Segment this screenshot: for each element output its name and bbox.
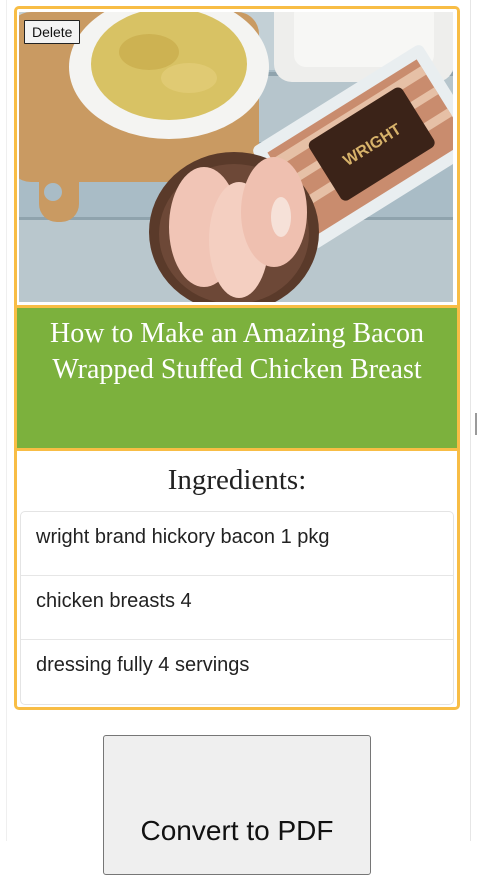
delete-button[interactable]: Delete xyxy=(24,20,81,44)
list-item: dressing fully 4 servings xyxy=(36,654,250,676)
recipe-title: How to Make an Amazing Bacon Wrapped Stu… xyxy=(49,318,425,385)
page-edge-right xyxy=(470,0,471,841)
recipe-photo: WRIGHT xyxy=(19,12,453,302)
convert-to-pdf-button[interactable]: Convert to PDF xyxy=(103,735,371,875)
scroll-indicator[interactable] xyxy=(475,413,477,435)
list-item: wright brand hickory bacon 1 pkg xyxy=(21,512,453,576)
ingredients-heading: Ingredients: xyxy=(167,464,307,496)
recipe-title-band: How to Make an Amazing Bacon Wrapped Stu… xyxy=(17,305,457,451)
recipe-card: WRIGHT Delete How to Make an Amazing Bac… xyxy=(14,6,460,710)
ingredients-list: wright brand hickory bacon 1 pkg chicken… xyxy=(20,511,454,705)
recipe-photo-image: WRIGHT xyxy=(19,12,453,302)
page-edge-left xyxy=(6,0,7,841)
list-item: chicken breasts 4 xyxy=(21,576,453,640)
